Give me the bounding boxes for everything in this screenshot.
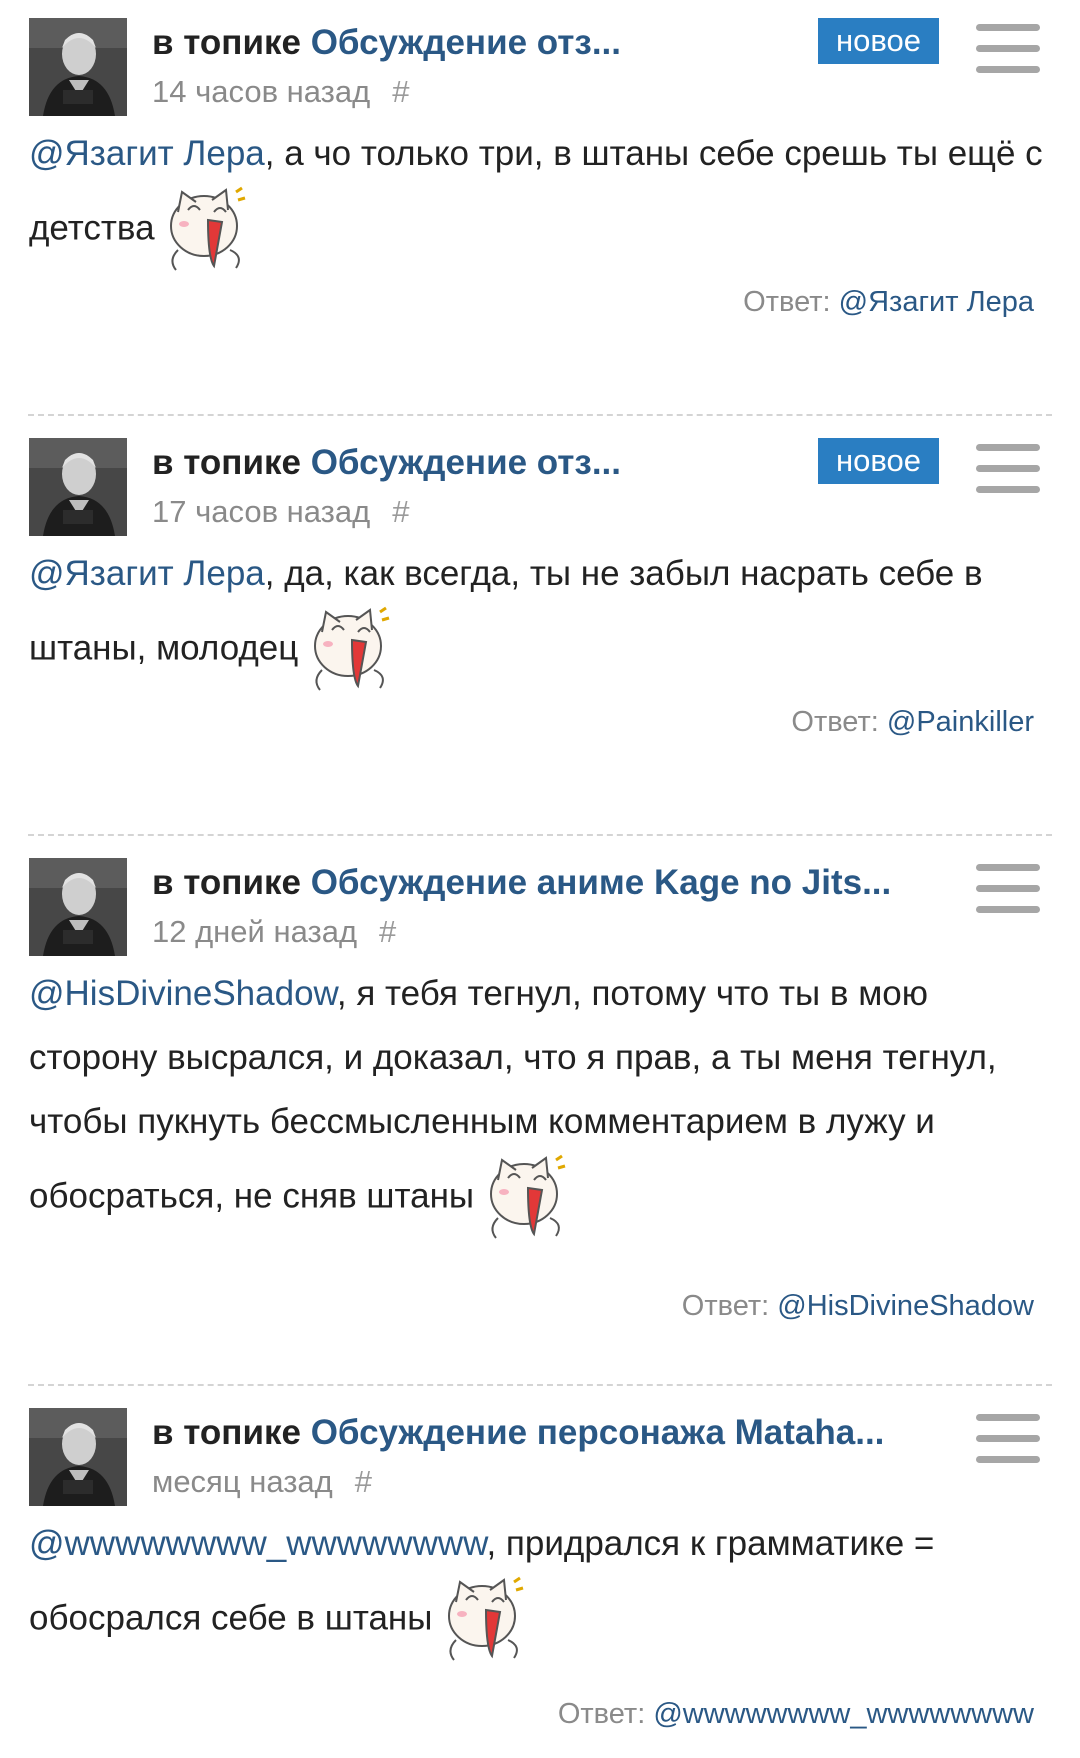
user-avatar[interactable] (29, 1408, 127, 1506)
mention-link[interactable]: @HisDivineShadow (29, 974, 337, 1013)
topic-link[interactable]: Обсуждение отз... (311, 23, 621, 62)
comment-time-line: 14 часов назад # (152, 72, 409, 112)
comment-time-line: месяц назад # (152, 1462, 372, 1502)
topic-link[interactable]: Обсуждение персонажа Mataha... (311, 1413, 885, 1452)
screaming-cat-sticker (170, 186, 246, 271)
screaming-cat-sticker (448, 1576, 524, 1661)
screaming-cat-sticker (314, 606, 390, 691)
topic-prefix: в топике (152, 23, 301, 62)
user-avatar[interactable] (29, 18, 127, 116)
reply-label: Ответ: (791, 706, 879, 738)
screaming-cat-sticker (489, 1154, 566, 1239)
reply-line: Ответ: @wwwwwwww_wwwwwwww (558, 1694, 1034, 1734)
topic-title-line: в топике Обсуждение аниме Kage no Jits..… (152, 858, 942, 908)
reply-label: Ответ: (743, 286, 831, 318)
new-badge: новое (818, 438, 939, 484)
comment-time-line: 17 часов назад # (152, 492, 409, 532)
topic-prefix: в топике (152, 863, 301, 902)
comment-permalink[interactable]: # (392, 74, 409, 109)
comment-separator (28, 1384, 1052, 1386)
comment-time-line: 12 дней назад # (152, 912, 396, 952)
reply-to-link[interactable]: @Язагит Лера (839, 286, 1034, 318)
mention-link[interactable]: @Язагит Лера (29, 134, 265, 173)
mention-link[interactable]: @wwwwwwww_wwwwwwww (29, 1524, 486, 1563)
hamburger-menu-icon[interactable] (976, 24, 1040, 74)
user-avatar[interactable] (29, 438, 127, 536)
reply-line: Ответ: @Painkiller (791, 702, 1034, 742)
reply-to-link[interactable]: @wwwwwwww_wwwwwwww (653, 1698, 1034, 1730)
hamburger-menu-icon[interactable] (976, 864, 1040, 914)
comment-timestamp[interactable]: месяц назад (152, 1464, 333, 1499)
mention-link[interactable]: @Язагит Лера (29, 554, 265, 593)
topic-link[interactable]: Обсуждение аниме Kage no Jits... (311, 863, 892, 902)
comment-timestamp[interactable]: 12 дней назад (152, 914, 357, 949)
comment-permalink[interactable]: # (392, 494, 409, 529)
reply-label: Ответ: (557, 1698, 646, 1730)
reply-to-link[interactable]: @HisDivineShadow (777, 1290, 1034, 1322)
reply-label: Ответ: (681, 1290, 770, 1322)
new-badge: новое (818, 18, 939, 64)
topic-prefix: в топике (152, 1413, 301, 1452)
topic-title-line: в топике Обсуждение отз... (152, 18, 802, 68)
comment-body: @Язагит Лера, а чо только три, в штаны с… (29, 122, 1049, 274)
reply-line: Ответ: @Язагит Лера (743, 282, 1034, 322)
comment-permalink[interactable]: # (379, 914, 396, 949)
topic-title-line: в топике Обсуждение отз... (152, 438, 802, 488)
hamburger-menu-icon[interactable] (976, 444, 1040, 494)
comment-permalink[interactable]: # (355, 1464, 372, 1499)
comment-timestamp[interactable]: 14 часов назад (152, 74, 370, 109)
comment-body: @Язагит Лера, да, как всегда, ты не забы… (29, 542, 1049, 694)
comment-separator (28, 834, 1052, 836)
reply-to-link[interactable]: @Painkiller (887, 706, 1034, 738)
topic-prefix: в топике (152, 443, 301, 482)
user-avatar[interactable] (29, 858, 127, 956)
comment-separator (28, 414, 1052, 416)
topic-title-line: в топике Обсуждение персонажа Mataha... (152, 1408, 942, 1458)
comment-body: @HisDivineShadow, я тебя тегнул, потому … (29, 962, 1049, 1242)
reply-line: Ответ: @HisDivineShadow (682, 1286, 1034, 1326)
comment-body: @wwwwwwww_wwwwwwww, придрался к граммати… (29, 1512, 1049, 1664)
hamburger-menu-icon[interactable] (976, 1414, 1040, 1464)
comment-timestamp[interactable]: 17 часов назад (152, 494, 370, 529)
topic-link[interactable]: Обсуждение отз... (311, 443, 621, 482)
